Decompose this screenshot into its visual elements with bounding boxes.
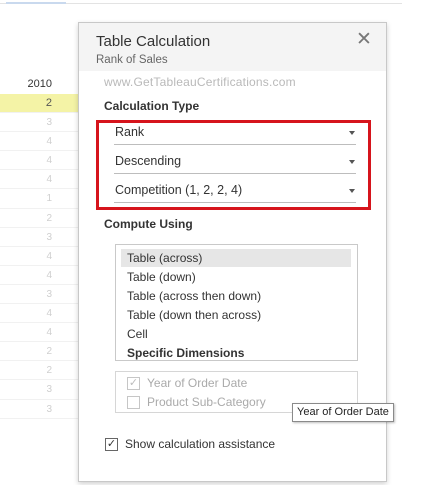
table-cell[interactable]: 4 — [0, 151, 78, 171]
table-cell[interactable]: 2 — [0, 361, 78, 381]
worksheet-column: 2 3 4 4 4 1 2 3 4 4 3 4 4 2 2 3 3 — [0, 94, 78, 419]
table-cell[interactable]: 4 — [0, 304, 78, 324]
show-assistance-label: Show calculation assistance — [125, 437, 276, 451]
compute-option-table-across[interactable]: Table (across) — [121, 249, 351, 267]
compute-option-table-down[interactable]: Table (down) — [121, 268, 351, 286]
calculation-type-label: Calculation Type — [104, 99, 200, 113]
table-cell[interactable]: 4 — [0, 170, 78, 190]
checkmark-icon: ✓ — [127, 377, 140, 390]
table-cell[interactable]: 3 — [0, 400, 78, 419]
active-tab-indicator — [6, 0, 66, 4]
dialog-title: Table Calculation — [96, 33, 211, 50]
table-cell[interactable]: 2 — [0, 94, 78, 114]
compute-option-across-then-down[interactable]: Table (across then down) — [121, 287, 351, 305]
table-cell[interactable]: 1 — [0, 189, 78, 209]
checkmark-icon: ✓ — [105, 438, 118, 451]
table-cell[interactable]: 3 — [0, 228, 78, 247]
table-cell[interactable]: 4 — [0, 132, 78, 152]
table-cell[interactable]: 4 — [0, 323, 78, 343]
tooltip: Year of Order Date — [292, 403, 394, 422]
table-cell[interactable]: 3 — [0, 285, 78, 305]
dialog-header: Table Calculation Rank of Sales ✕ — [79, 23, 386, 71]
compute-option-cell[interactable]: Cell — [121, 325, 351, 343]
table-cell[interactable]: 3 — [0, 113, 78, 133]
compute-option-specific-dimensions[interactable]: Specific Dimensions — [121, 344, 351, 362]
table-cell[interactable]: 2 — [0, 209, 78, 228]
dimension-label: Year of Order Date — [147, 376, 248, 390]
dialog-subtitle: Rank of Sales — [96, 54, 168, 66]
checkbox-empty — [127, 396, 140, 409]
dimension-label: Product Sub-Category — [147, 395, 266, 409]
table-cell[interactable]: 3 — [0, 380, 78, 400]
table-cell[interactable]: 2 — [0, 342, 78, 362]
compute-using-label: Compute Using — [104, 217, 193, 231]
column-header-year: 2010 — [27, 78, 52, 90]
compute-using-list[interactable]: Table (across) Table (down) Table (acros… — [115, 244, 358, 361]
close-icon[interactable]: ✕ — [356, 30, 372, 49]
table-cell[interactable]: 4 — [0, 247, 78, 266]
table-cell[interactable]: 4 — [0, 266, 78, 285]
compute-option-down-then-across[interactable]: Table (down then across) — [121, 306, 351, 324]
highlight-box — [96, 120, 371, 210]
watermark-text: www.GetTableauCertifications.com — [104, 75, 296, 89]
